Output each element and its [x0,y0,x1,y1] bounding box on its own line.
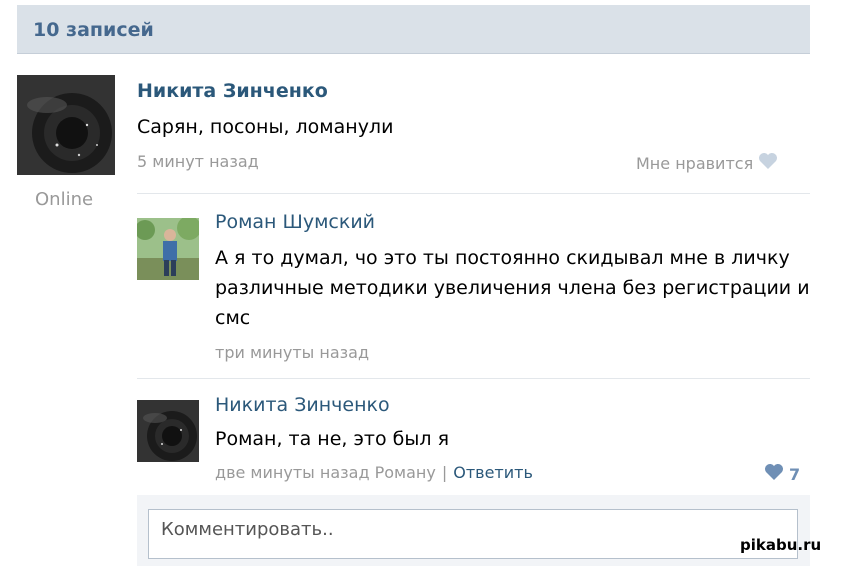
comment-time[interactable]: две минуты назад Роману [215,463,436,482]
divider [137,378,810,379]
post-author-avatar[interactable] [17,75,115,175]
comment-author-name[interactable]: Роман Шумский [215,211,375,233]
comment-author-avatar[interactable] [137,400,199,462]
comment-text-line: различные методики увеличения члена без … [215,277,810,299]
heart-icon [764,463,784,485]
comment-author-name[interactable]: Никита Зинченко [215,394,390,416]
post-like-button[interactable]: Мне нравится [636,152,778,174]
comment-text-line: А я то думал, чо это ты постоянно скидыв… [215,247,790,269]
comment-like-button[interactable]: 7 [764,463,800,485]
comment-time[interactable]: три минуты назад [215,343,369,362]
heart-icon [758,152,778,174]
post-text: Сарян, посоны, ломанули [137,116,394,138]
like-count: 7 [789,464,801,484]
online-status: Online [35,189,94,210]
divider [137,193,810,194]
like-label: Мне нравится [636,153,754,173]
watermark: pikabu.ru [740,536,822,554]
reply-button[interactable]: Ответить [453,463,533,482]
comment-text-line: смс [215,307,251,329]
separator: | [441,463,448,482]
comment-input[interactable]: Комментировать.. [148,509,798,559]
comment-meta: две минуты назад Роману | Ответить [215,463,533,482]
post-time[interactable]: 5 минут назад [137,152,259,171]
post-count[interactable]: 10 записей [33,19,154,41]
post-author-name[interactable]: Никита Зинченко [137,80,328,102]
comment-text: Роман, та не, это был я [215,428,449,450]
wall-header: 10 записей [17,5,810,54]
comment-author-avatar[interactable] [137,218,199,280]
